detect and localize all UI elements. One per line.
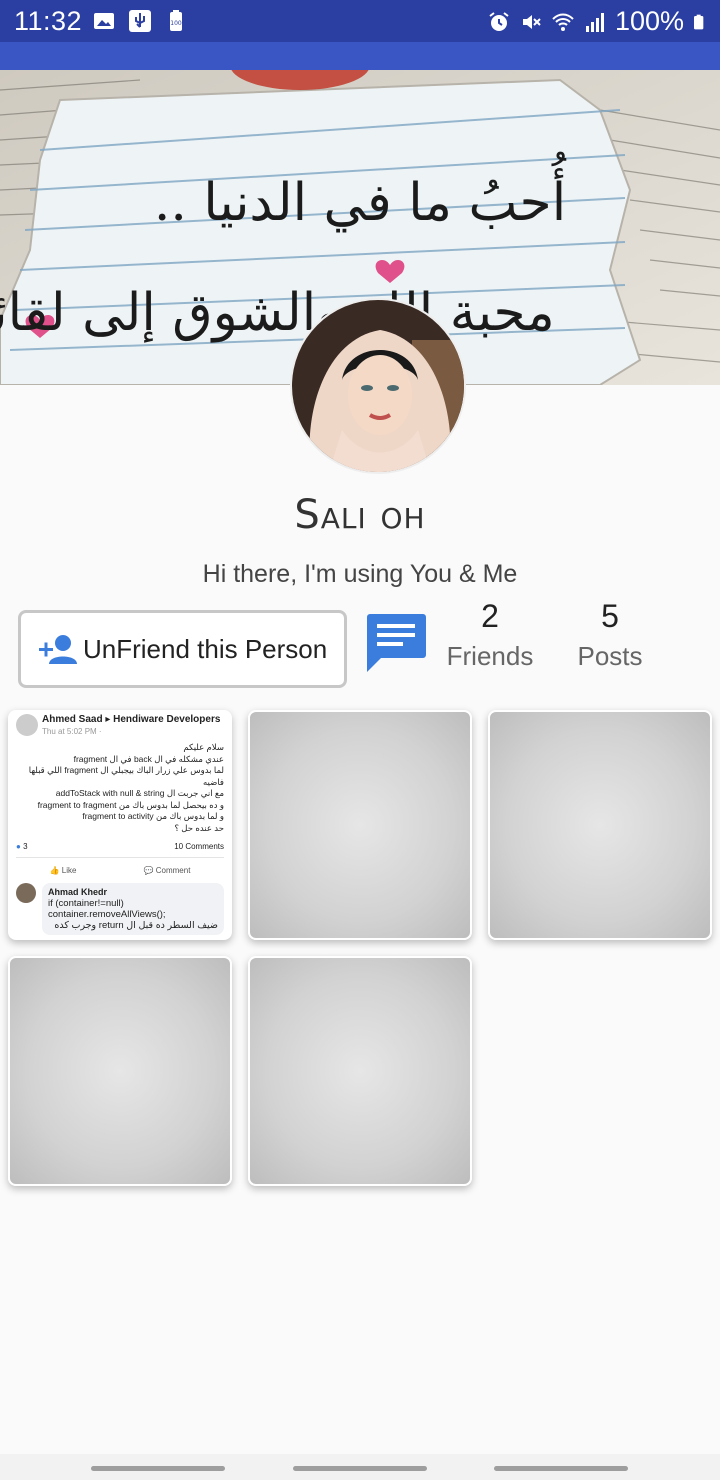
system-nav-bar bbox=[0, 1454, 720, 1480]
post-thumbnail[interactable] bbox=[248, 956, 472, 1186]
profile-status: Hi there, I'm using You & Me bbox=[202, 560, 518, 588]
battery-saver-icon: 100 bbox=[170, 10, 182, 31]
app-bar bbox=[0, 42, 720, 70]
battery-percent: 100% bbox=[614, 6, 684, 36]
chat-icon bbox=[367, 614, 426, 672]
avatar bbox=[16, 714, 38, 736]
comment-action: 💬 Comment bbox=[143, 866, 191, 875]
avatar-image bbox=[292, 300, 464, 472]
signal-icon bbox=[585, 12, 604, 32]
unfriend-button[interactable]: UnFriend this Person bbox=[18, 610, 347, 688]
image-icon bbox=[94, 13, 114, 29]
friends-count: 2 bbox=[481, 598, 499, 634]
message-button[interactable] bbox=[365, 612, 427, 672]
commenter-name: Ahmad Khedr bbox=[48, 887, 108, 897]
usb-icon bbox=[129, 10, 151, 32]
status-bar: 11:32 100 100% bbox=[0, 0, 720, 42]
posts-label: Posts bbox=[577, 641, 643, 666]
comment-bubble: Ahmad Khedr if (container!=null) contain… bbox=[42, 883, 224, 935]
comment-count: 10 Comments bbox=[174, 842, 224, 851]
friends-stat[interactable]: 2 Friends bbox=[440, 598, 540, 672]
comment-icon: 💬 bbox=[143, 866, 154, 875]
battery-icon bbox=[694, 14, 704, 29]
svg-text:100: 100 bbox=[170, 20, 182, 27]
post-thumbnail[interactable]: Ahmed Saad ▸ Hendiware Developers Thu at… bbox=[8, 710, 232, 940]
post-author: Ahmed Saad ▸ Hendiware Developers bbox=[42, 714, 221, 725]
friends-label: Friends bbox=[446, 641, 534, 671]
post-time: Thu at 5:02 PM · bbox=[42, 727, 102, 736]
avatar bbox=[16, 883, 36, 903]
person-add-icon bbox=[39, 635, 77, 664]
wifi-icon bbox=[552, 13, 574, 31]
nav-recents-button[interactable] bbox=[494, 1466, 628, 1471]
unfriend-label: UnFriend this Person bbox=[83, 633, 328, 664]
alarm-icon bbox=[489, 11, 509, 31]
status-time: 11:32 bbox=[14, 6, 83, 36]
post-thumbnail[interactable] bbox=[248, 710, 472, 940]
mute-icon bbox=[522, 14, 541, 29]
posts-grid: Ahmed Saad ▸ Hendiware Developers Thu at… bbox=[0, 704, 720, 1194]
like-reaction-icon: ● bbox=[16, 842, 21, 851]
post-thumbnail[interactable] bbox=[488, 710, 712, 940]
posts-count: 5 bbox=[601, 598, 619, 634]
reaction-count: ● 3 bbox=[16, 842, 28, 851]
svg-text:محبة الله والشوق إلى لقائه: محبة الله والشوق إلى لقائه bbox=[0, 283, 555, 343]
like-action: 👍 Like bbox=[49, 866, 77, 875]
post-body: سلام عليكم عندي مشكله في ال back في ال f… bbox=[28, 742, 224, 833]
thumbs-up-icon: 👍 bbox=[49, 866, 60, 875]
nav-back-button[interactable] bbox=[91, 1466, 225, 1471]
profile-name: Sali oh bbox=[294, 492, 426, 538]
nav-home-button[interactable] bbox=[293, 1466, 427, 1471]
posts-stat[interactable]: 5 Posts bbox=[560, 598, 660, 666]
post-thumbnail[interactable] bbox=[8, 956, 232, 1186]
profile-avatar[interactable] bbox=[290, 298, 466, 474]
